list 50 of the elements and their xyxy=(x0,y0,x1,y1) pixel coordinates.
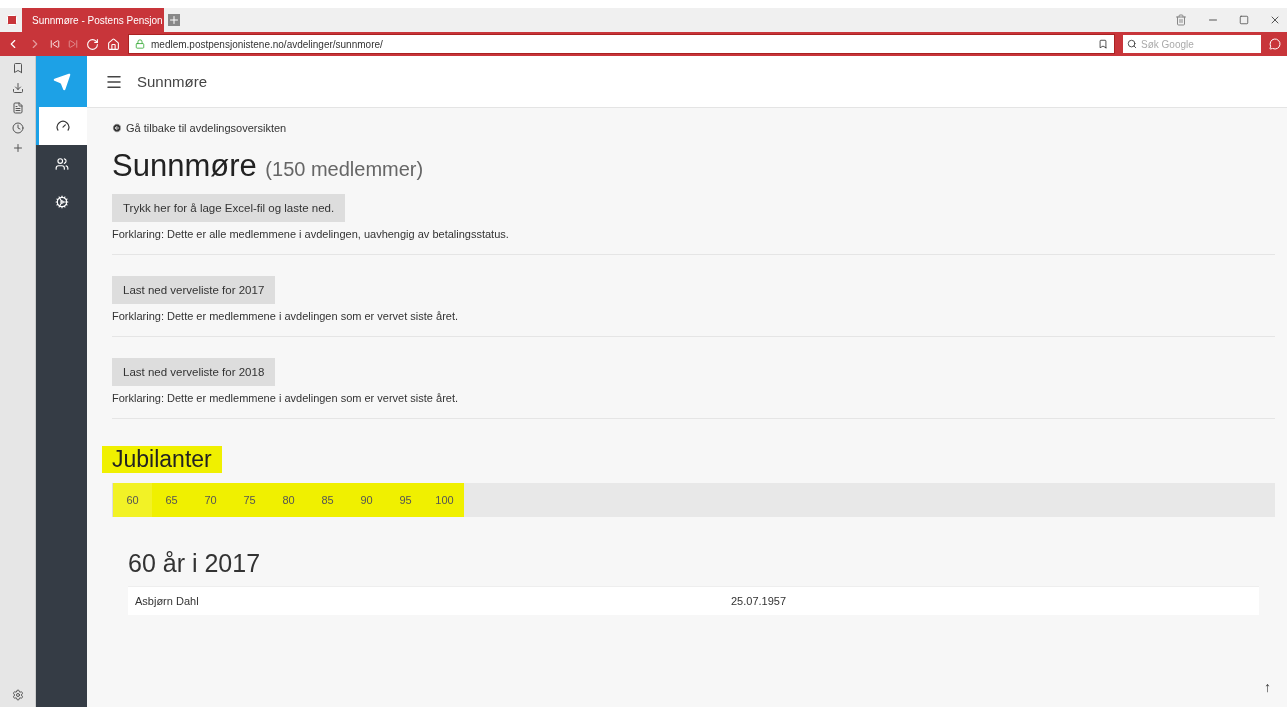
browser-tab[interactable]: Sunnmøre - Postens Pensjon xyxy=(22,8,164,32)
home-icon[interactable] xyxy=(107,37,120,51)
new-tab-icon[interactable] xyxy=(168,14,180,26)
explanation-text: Forklaring: Dette er medlemmene i avdelingen som er vervet siste året. xyxy=(112,392,460,404)
page-header-title: Sunnmøre xyxy=(137,73,208,90)
age-tab[interactable]: 70 xyxy=(191,483,230,517)
users-icon xyxy=(54,157,69,171)
age-tab[interactable]: 75 xyxy=(230,483,269,517)
history-icon[interactable] xyxy=(11,122,24,134)
back-link-text: Gå tilbake til avdelingsoversikten xyxy=(126,122,287,134)
rewind-icon[interactable] xyxy=(50,39,60,49)
paper-plane-icon xyxy=(52,72,71,91)
settings-icon[interactable] xyxy=(11,689,24,701)
explanation-text: Forklaring: Dette er alle medlemmene i avdelingen, uavhengig av betalingsstatus. xyxy=(112,228,510,240)
scroll-top-link[interactable]: ↑ xyxy=(1264,679,1271,695)
browser-logo-icon xyxy=(6,14,18,26)
maximize-icon[interactable] xyxy=(1239,15,1249,25)
trash-icon[interactable] xyxy=(1175,14,1187,26)
close-icon[interactable] xyxy=(1269,14,1281,26)
url-text: medlem.postpensjonistene.no/avdelinger/sunnmore/ xyxy=(151,38,383,50)
notes-icon[interactable] xyxy=(11,102,24,114)
age-tab[interactable]: 90 xyxy=(347,483,386,517)
chat-icon[interactable] xyxy=(1269,38,1281,50)
download-button[interactable]: Last ned verveliste for 2017 xyxy=(112,276,276,304)
explanation-text: Forklaring: Dette er medlemmene i avdelingen som er vervet siste året. xyxy=(112,310,460,322)
page-title: Sunnmøre (150 medlemmer) xyxy=(112,148,425,184)
subsection-title: 60 år i 2017 xyxy=(128,549,262,578)
bookmark-icon[interactable] xyxy=(1098,39,1108,49)
birth-date: 25.07.1957 xyxy=(731,595,788,607)
search-icon xyxy=(1127,39,1137,49)
bookmark-icon[interactable] xyxy=(11,62,24,74)
search-placeholder: Søk Google xyxy=(1141,38,1194,50)
age-tab[interactable]: 100 xyxy=(425,483,464,517)
download-icon[interactable] xyxy=(11,82,24,94)
gauge-icon xyxy=(56,119,70,133)
download-button[interactable]: Trykk her for å lage Excel-fil og laste ned. xyxy=(112,194,346,222)
download-button[interactable]: Last ned verveliste for 2018 xyxy=(112,358,276,386)
address-bar[interactable]: medlem.postpensjonistene.no/avdelinger/sunnmore/ xyxy=(128,34,1115,54)
age-tab[interactable]: 85 xyxy=(308,483,347,517)
lock-icon xyxy=(135,39,145,49)
add-panel-icon[interactable] xyxy=(11,142,24,154)
age-tab[interactable]: 80 xyxy=(269,483,308,517)
gear-icon xyxy=(54,195,69,209)
reload-icon[interactable] xyxy=(86,37,99,51)
age-tab[interactable]: 95 xyxy=(386,483,425,517)
age-tab[interactable]: 65 xyxy=(152,483,191,517)
back-link[interactable]: Gå tilbake til avdelingsoversikten xyxy=(112,122,1275,134)
section-heading: Jubilanter xyxy=(102,446,222,473)
member-name: Asbjørn Dahl xyxy=(135,595,200,607)
age-tab[interactable]: 60 xyxy=(113,483,152,517)
